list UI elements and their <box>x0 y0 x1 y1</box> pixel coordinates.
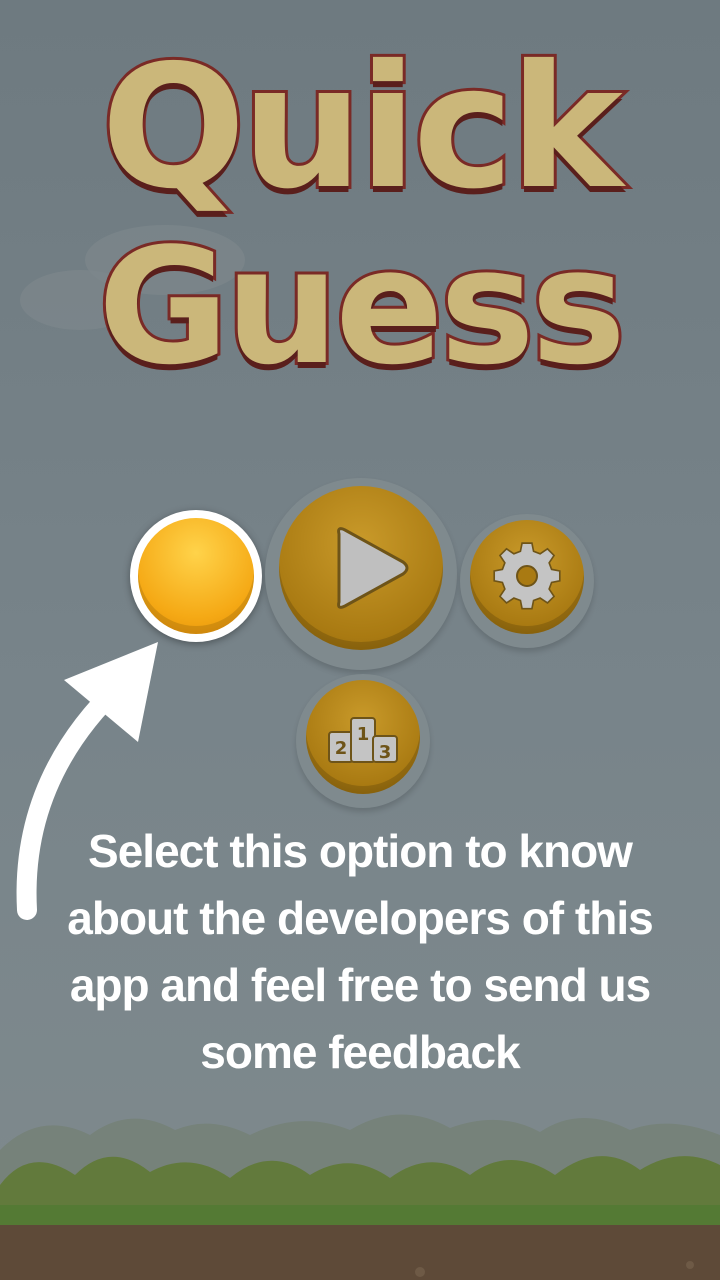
podium-second-label: 2 <box>335 738 348 759</box>
settings-button[interactable] <box>460 514 594 648</box>
game-title-line2: Guess <box>95 213 629 400</box>
play-button[interactable] <box>265 478 457 670</box>
info-button[interactable] <box>130 510 262 642</box>
tutorial-hint-text: Select this option to know about the dev… <box>67 825 653 1078</box>
tutorial-screen: Quick Guess 2 1 3 Select this option to … <box>0 0 720 1280</box>
ground-scenery <box>0 1114 720 1280</box>
game-title-line1: Quick <box>98 29 626 227</box>
podium-third-label: 3 <box>379 742 392 763</box>
podium-icon: 2 1 3 <box>328 717 398 763</box>
play-icon <box>337 527 409 609</box>
gear-icon <box>493 542 561 610</box>
podium-first-label: 1 <box>357 724 370 745</box>
info-button-face <box>138 518 254 634</box>
leaderboard-button[interactable]: 2 1 3 <box>296 674 430 808</box>
